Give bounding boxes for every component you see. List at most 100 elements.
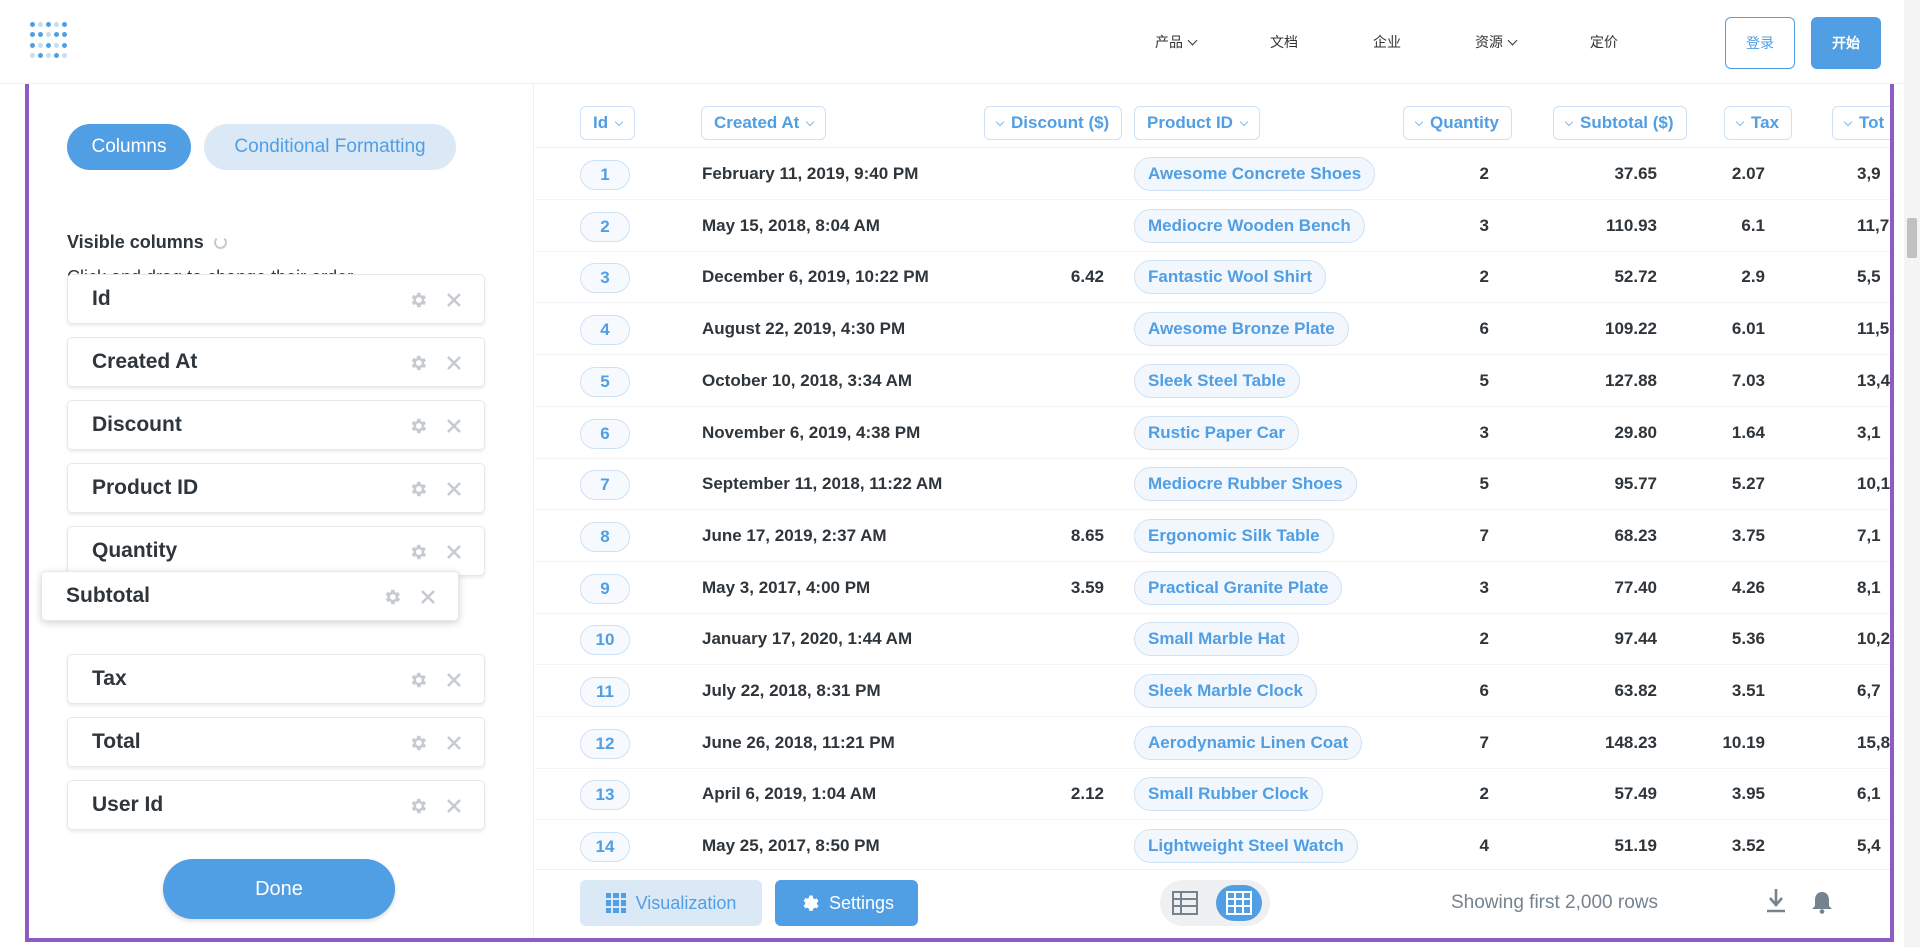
- cell-quantity: 3: [1479, 215, 1489, 235]
- row-id-link[interactable]: 13: [580, 780, 630, 811]
- column-item-subtotal[interactable]: Subtotal: [41, 571, 459, 621]
- nav-link-enterprise[interactable]: 企业: [1373, 32, 1401, 52]
- logo-icon[interactable]: [30, 22, 68, 60]
- column-header-discount[interactable]: Discount ($): [984, 106, 1123, 140]
- row-id-link[interactable]: 5: [580, 366, 630, 397]
- column-item-created-at[interactable]: Created At: [67, 337, 485, 387]
- row-id-link[interactable]: 8: [580, 521, 630, 552]
- nav-link-pricing[interactable]: 定价: [1590, 32, 1618, 52]
- column-item-total[interactable]: Total: [67, 717, 485, 767]
- row-id-link[interactable]: 4: [580, 315, 630, 346]
- gear-icon[interactable]: [408, 542, 428, 562]
- row-id-link[interactable]: 3: [580, 263, 630, 294]
- cell-product-link[interactable]: Aerodynamic Linen Coat: [1134, 725, 1363, 760]
- gear-icon[interactable]: [408, 796, 428, 816]
- column-header-subtotal[interactable]: Subtotal ($): [1553, 106, 1687, 140]
- nav-link-products[interactable]: 产品: [1155, 32, 1198, 52]
- table-row: 6 November 6, 2019, 4:38 PM Rustic Paper C…: [535, 407, 1890, 459]
- close-icon[interactable]: [446, 481, 462, 497]
- cell-product-link[interactable]: Awesome Bronze Plate: [1134, 312, 1349, 347]
- close-icon[interactable]: [446, 292, 462, 308]
- close-icon[interactable]: [446, 544, 462, 560]
- gear-icon[interactable]: [408, 416, 428, 436]
- bell-icon[interactable]: [1811, 890, 1833, 914]
- row-id-link[interactable]: 7: [580, 470, 630, 501]
- nav-link-label: 企业: [1373, 34, 1401, 50]
- cell-product-link[interactable]: Mediocre Rubber Shoes: [1134, 467, 1357, 502]
- row-id-link[interactable]: 10: [580, 625, 630, 656]
- row-id-link[interactable]: 2: [580, 211, 630, 242]
- grid-view-toggle[interactable]: [1216, 885, 1262, 921]
- column-item-quantity[interactable]: Quantity: [67, 526, 485, 576]
- gear-icon[interactable]: [382, 587, 402, 607]
- cell-tax: 2.07: [1731, 164, 1765, 183]
- nav-link-docs[interactable]: 文档: [1270, 32, 1298, 52]
- cell-quantity: 3: [1479, 577, 1489, 597]
- column-item-user-id[interactable]: User Id: [67, 780, 485, 830]
- cell-product-link[interactable]: Ergonomic Silk Table: [1134, 518, 1334, 553]
- visualization-button[interactable]: Visualization: [580, 880, 762, 926]
- column-item-product-id[interactable]: Product ID: [67, 463, 485, 513]
- row-id-link[interactable]: 1: [580, 160, 630, 190]
- cell-discount: [995, 200, 1104, 252]
- gear-icon[interactable]: [408, 353, 428, 373]
- close-icon[interactable]: [446, 798, 462, 814]
- column-item-discount[interactable]: Discount: [67, 400, 485, 450]
- close-icon[interactable]: [446, 735, 462, 751]
- tab-columns[interactable]: Columns: [67, 124, 191, 170]
- start-button[interactable]: 开始: [1811, 17, 1881, 69]
- nav-link-resources[interactable]: 资源: [1475, 32, 1518, 52]
- column-item-label: Quantity: [92, 539, 178, 562]
- cell-product-link[interactable]: Small Marble Hat: [1134, 622, 1299, 657]
- row-id-link[interactable]: 12: [580, 728, 630, 759]
- column-item-id[interactable]: Id: [67, 274, 485, 324]
- cell-quantity: 4: [1479, 836, 1489, 856]
- cell-product-link[interactable]: Lightweight Steel Watch: [1134, 829, 1358, 864]
- close-icon[interactable]: [446, 355, 462, 371]
- cell-tax: 6.01: [1731, 319, 1765, 339]
- close-icon[interactable]: [446, 418, 462, 434]
- tab-conditional-formatting[interactable]: Conditional Formatting: [204, 124, 456, 170]
- download-icon[interactable]: [1766, 888, 1786, 914]
- gear-icon[interactable]: [408, 290, 428, 310]
- cell-subtotal: 127.88: [1605, 370, 1657, 390]
- column-header-quantity[interactable]: Quantity: [1403, 106, 1512, 140]
- login-button[interactable]: 登录: [1725, 17, 1795, 69]
- done-button[interactable]: Done: [163, 859, 395, 919]
- page-scrollbar[interactable]: [1904, 0, 1920, 947]
- cell-total: 11,5: [1857, 319, 1890, 339]
- cell-product-link[interactable]: Fantastic Wool Shirt: [1134, 260, 1327, 295]
- cell-product-link[interactable]: Awesome Concrete Shoes: [1134, 157, 1376, 191]
- close-icon[interactable]: [446, 672, 462, 688]
- gear-icon[interactable]: [408, 479, 428, 499]
- cell-created-at: December 6, 2019, 10:22 PM: [702, 267, 929, 287]
- cell-product-link[interactable]: Sleek Marble Clock: [1134, 674, 1317, 708]
- cell-product-link[interactable]: Sleek Steel Table: [1134, 363, 1300, 398]
- chevron-down-icon: [806, 117, 815, 126]
- row-id-link[interactable]: 6: [580, 418, 630, 449]
- row-id-link[interactable]: 11: [580, 677, 630, 707]
- visible-columns-label: Visible columns: [67, 232, 204, 252]
- column-header-created-at[interactable]: Created At: [701, 106, 827, 140]
- column-item-tax[interactable]: Tax: [67, 654, 485, 704]
- chevron-down-icon: [1187, 35, 1198, 45]
- cell-product-link[interactable]: Mediocre Wooden Bench: [1134, 208, 1365, 243]
- cell-product-link[interactable]: Practical Granite Plate: [1134, 570, 1343, 605]
- visible-columns-title: Visible columns: [67, 232, 227, 253]
- cell-product-link[interactable]: Small Rubber Clock: [1134, 777, 1323, 812]
- table-icon[interactable]: [1172, 891, 1198, 915]
- column-header-id[interactable]: Id: [580, 106, 636, 140]
- row-id-link[interactable]: 9: [580, 573, 630, 604]
- cell-discount: 2.12: [1070, 784, 1104, 804]
- close-icon[interactable]: [420, 589, 436, 605]
- scrollbar-thumb[interactable]: [1907, 218, 1917, 258]
- gear-icon[interactable]: [408, 670, 428, 690]
- row-id-link[interactable]: 14: [580, 832, 630, 863]
- gear-icon[interactable]: [408, 733, 428, 753]
- column-header-product-id[interactable]: Product ID: [1134, 106, 1260, 140]
- column-header-tax[interactable]: Tax: [1724, 106, 1793, 140]
- settings-button[interactable]: Settings: [775, 880, 918, 926]
- refresh-icon[interactable]: [213, 236, 227, 249]
- column-header-total[interactable]: Tot: [1832, 106, 1890, 140]
- cell-product-link[interactable]: Rustic Paper Car: [1134, 415, 1299, 450]
